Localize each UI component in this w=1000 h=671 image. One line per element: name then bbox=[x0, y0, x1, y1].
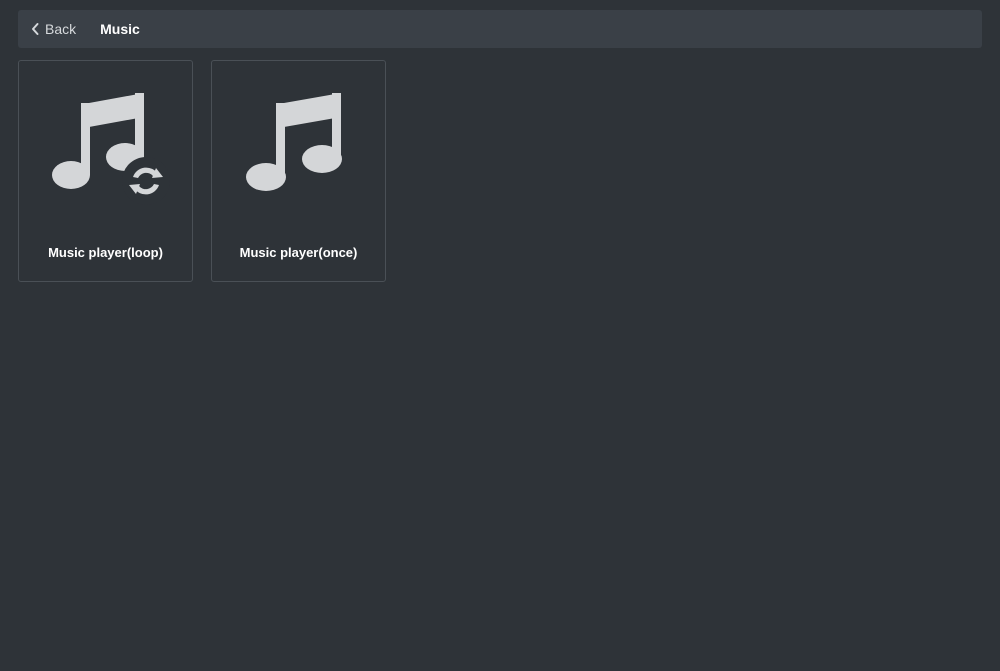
page-title: Music bbox=[100, 21, 140, 37]
back-label: Back bbox=[45, 21, 76, 37]
music-loop-icon bbox=[36, 79, 176, 219]
card-music-player-loop[interactable]: Music player(loop) bbox=[18, 60, 193, 282]
back-button[interactable]: Back bbox=[30, 21, 76, 37]
card-label: Music player(once) bbox=[240, 245, 358, 260]
card-label: Music player(loop) bbox=[48, 245, 163, 260]
card-grid: Music player(loop) Music player(once) bbox=[0, 48, 1000, 294]
header-bar: Back Music bbox=[18, 10, 982, 48]
card-music-player-once[interactable]: Music player(once) bbox=[211, 60, 386, 282]
chevron-left-icon bbox=[30, 22, 40, 36]
music-icon bbox=[229, 79, 369, 219]
